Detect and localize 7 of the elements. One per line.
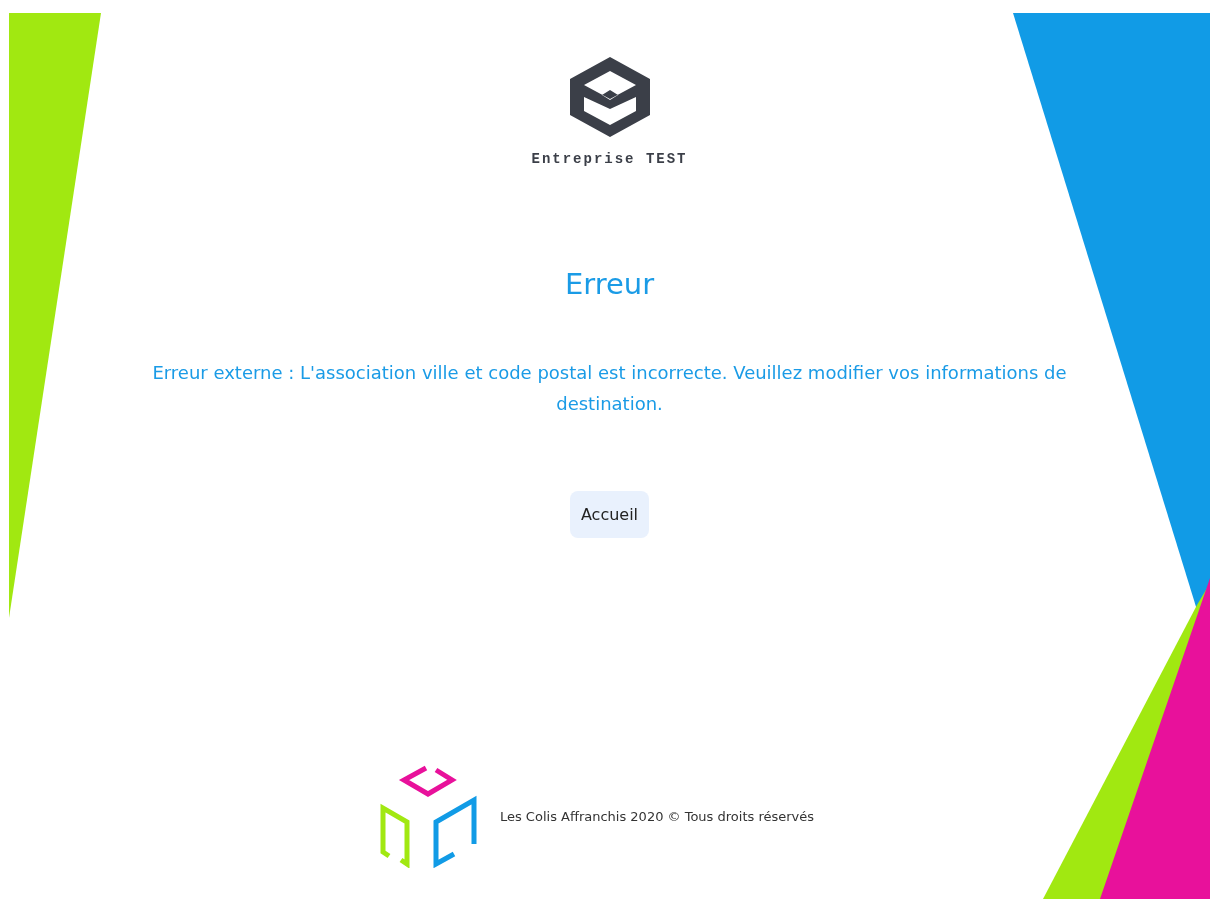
home-button[interactable]: Accueil	[569, 491, 650, 538]
copyright-text: Les Colis Affranchis 2020 © Tous droits réservés	[499, 808, 815, 824]
error-message: Erreur externe : L'association ville et code postal est incorrecte. Veuillez modifier vos informations de destination.	[151, 361, 1068, 416]
company-name: Entreprise TEST	[531, 151, 688, 167]
error-title: Erreur	[564, 267, 655, 301]
logo-icon	[569, 57, 650, 137]
cube-logo-icon	[379, 764, 480, 868]
